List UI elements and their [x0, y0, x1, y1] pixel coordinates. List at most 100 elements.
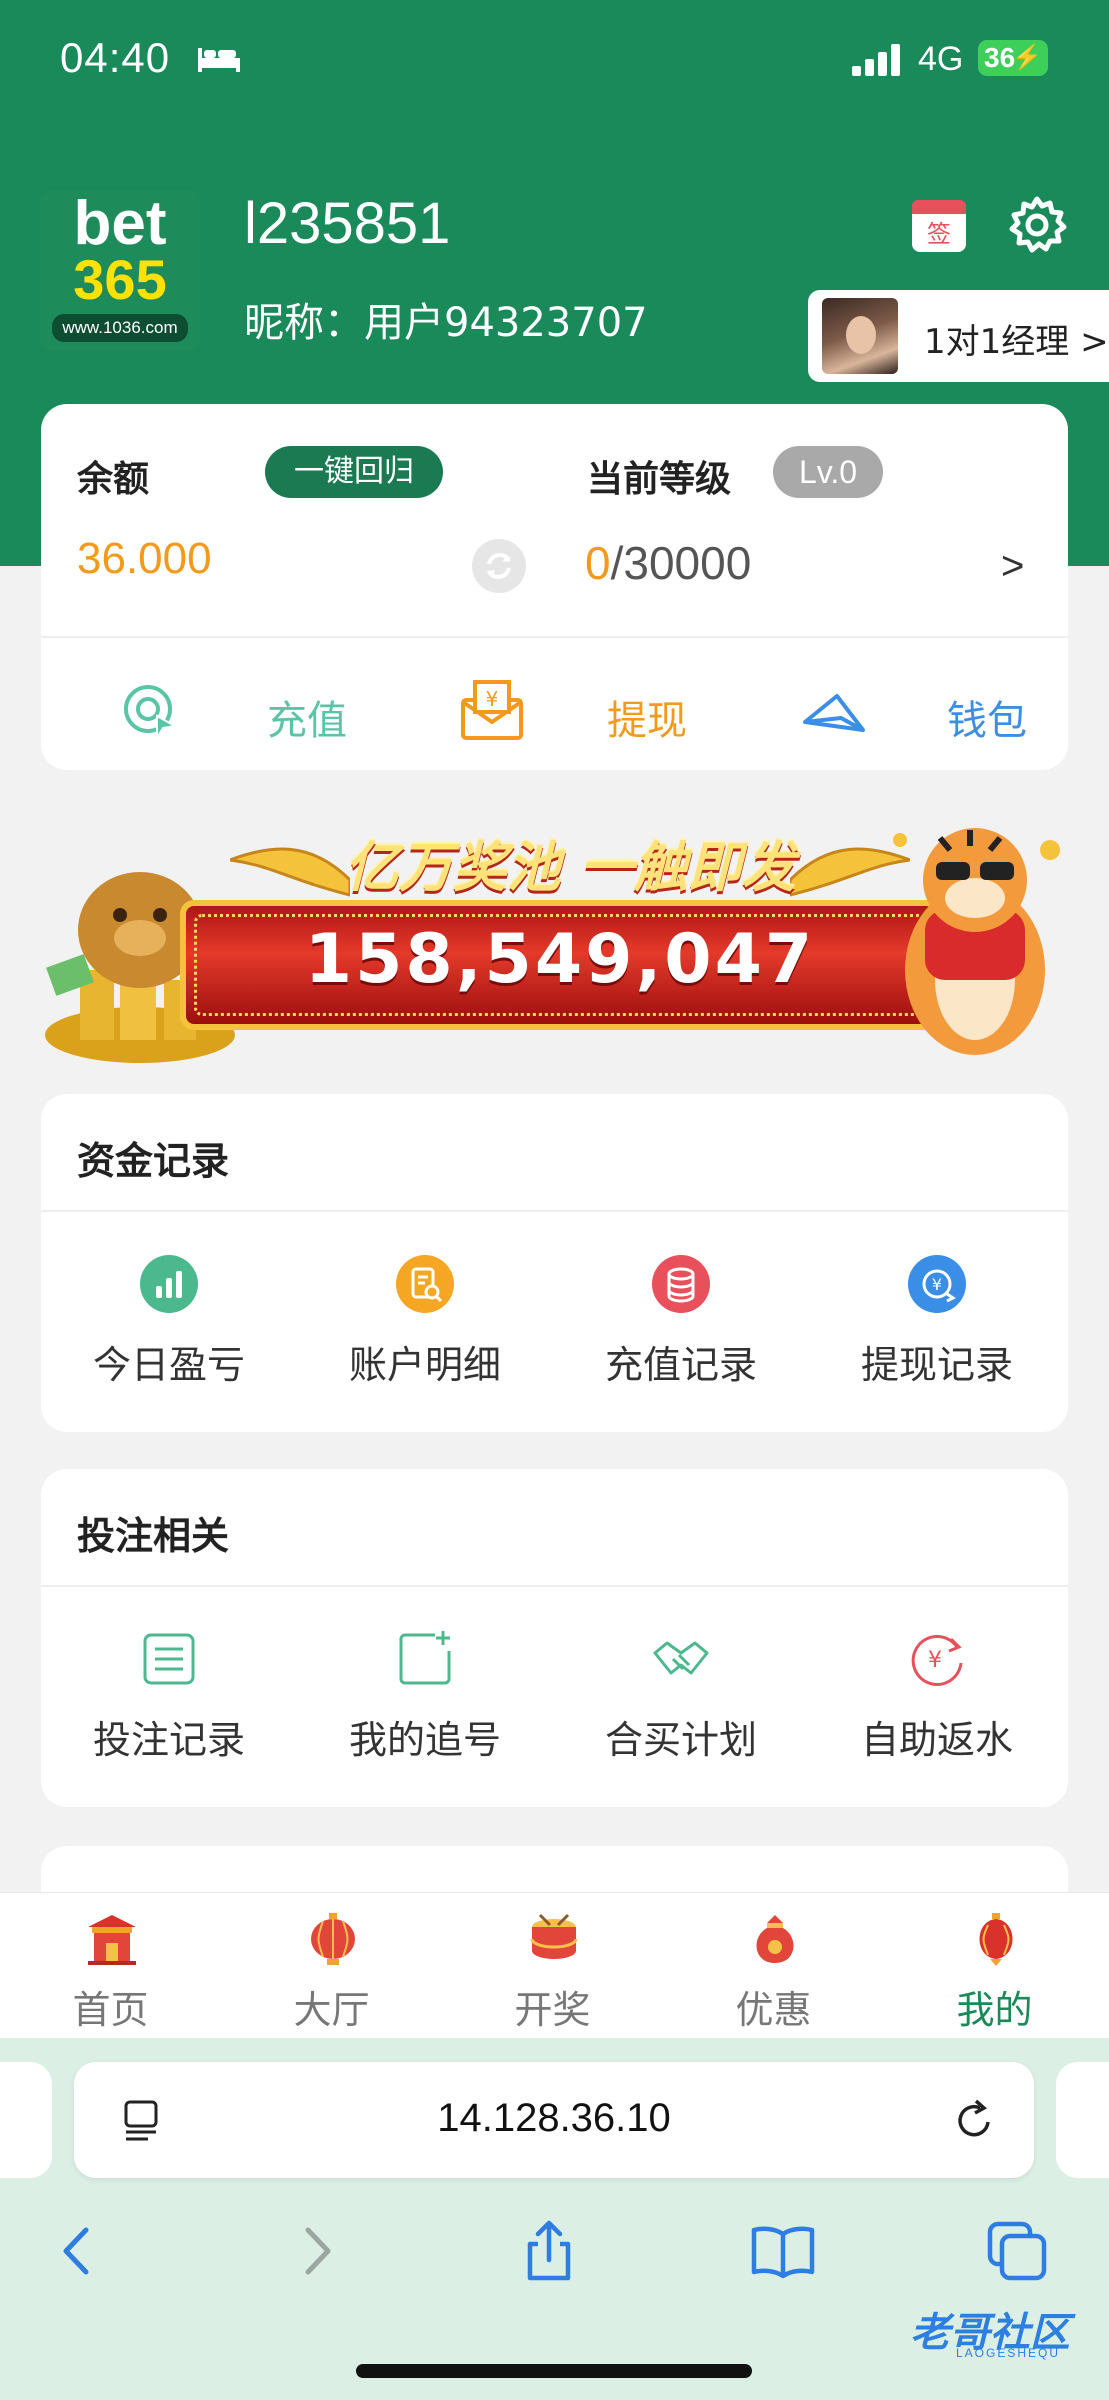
add-note-icon [399, 1631, 451, 1685]
tab-lobby-label: 大厅 [293, 1988, 370, 2032]
yen-refund-icon: ¥ [911, 1634, 963, 1686]
status-bar: 04:40 4G 36 ⚡ [0, 0, 1109, 120]
balance-label: 余额 [77, 459, 150, 500]
funds-panel-title: 资金记录 [77, 1139, 230, 1183]
bar-chart-icon [140, 1255, 198, 1313]
svg-text:签: 签 [927, 220, 951, 248]
signal-icon [852, 44, 900, 76]
refresh-balance-icon[interactable] [471, 538, 527, 594]
battery-level: 36 [984, 42, 1016, 73]
bet-records-item[interactable]: 投注记录 [41, 1629, 297, 1779]
share-icon[interactable] [514, 2216, 584, 2286]
withdraw-button[interactable]: ¥ 提现 [459, 662, 687, 752]
recharge-icon [124, 685, 178, 742]
network-label: 4G [918, 40, 964, 78]
one-click-return-button[interactable]: 一键回归 [265, 446, 443, 498]
betting-panel: 投注相关 投注记录 我的追号 合买计划 ¥ 自助返水 [41, 1469, 1068, 1807]
next-tab-preview[interactable] [1056, 2062, 1109, 2178]
site-watermark: 老哥社区 LAOGESHEQU [870, 2300, 1100, 2370]
status-time: 04:40 [60, 34, 171, 81]
forward-icon[interactable] [282, 2216, 352, 2286]
charging-bolt-icon: ⚡ [1012, 44, 1042, 71]
today-profit-loss-item[interactable]: 今日盈亏 [41, 1254, 297, 1404]
recharge-records-label: 充值记录 [604, 1343, 757, 1387]
bet-records-label: 投注记录 [92, 1718, 245, 1762]
recharge-records-item[interactable]: 充值记录 [553, 1254, 809, 1404]
svg-text:¥: ¥ [486, 687, 499, 711]
tabs-icon[interactable] [982, 2216, 1052, 2286]
group-buy-plan-label: 合买计划 [604, 1718, 757, 1762]
jackpot-banner[interactable]: 亿万奖池 一触即发 158,549,047 [30, 810, 1079, 1070]
lantern-icon [311, 1913, 355, 1965]
wallet-label: 钱包 [947, 698, 1027, 744]
level-badge: Lv.0 [773, 446, 883, 498]
logo-url: www.1036.com [52, 314, 188, 342]
account-details-item[interactable]: 账户明细 [297, 1254, 553, 1404]
balance-value: 36.000 [77, 534, 212, 583]
account-details-label: 账户明细 [348, 1343, 501, 1387]
tab-promotions[interactable]: 优惠 [663, 1893, 884, 2039]
svg-text:¥: ¥ [932, 1275, 942, 1294]
tiger-mascot-illustration [893, 828, 1060, 1055]
level-current: 0 [585, 537, 611, 589]
jackpot-title: 亿万奖池 一触即发 [344, 836, 796, 899]
document-search-icon [396, 1255, 454, 1313]
withdraw-envelope-icon: ¥ [461, 680, 523, 740]
tab-mine[interactable]: 我的 [884, 1893, 1105, 2039]
lantern-profile-icon [979, 1913, 1013, 1966]
url-text: 14.128.36.10 [437, 2096, 671, 2140]
calendar-checkin-icon[interactable]: 签 [910, 196, 968, 254]
back-icon[interactable] [42, 2216, 112, 2286]
self-rebate-item[interactable]: ¥ 自助返水 [809, 1629, 1065, 1779]
reload-icon[interactable] [950, 2096, 998, 2144]
svg-text:¥: ¥ [928, 1648, 942, 1673]
level-detail-arrow[interactable]: > [1001, 544, 1024, 589]
tab-promotions-label: 优惠 [735, 1988, 812, 2032]
tab-lobby[interactable]: 大厅 [221, 1893, 442, 2039]
my-chase-number-item[interactable]: 我的追号 [297, 1629, 553, 1779]
tab-home[interactable]: 首页 [0, 1893, 221, 2039]
panel-divider [41, 1585, 1068, 1587]
recharge-label: 充值 [267, 698, 347, 744]
nickname-row: 昵称：用户94323707 [244, 290, 648, 348]
settings-gear-icon[interactable] [1006, 194, 1068, 256]
withdraw-records-item[interactable]: ¥ 提现记录 [809, 1254, 1065, 1404]
bookmarks-icon[interactable] [748, 2216, 818, 2286]
my-chase-number-label: 我的追号 [348, 1718, 501, 1762]
previous-tab-preview[interactable] [0, 2062, 52, 2178]
tab-draw-results[interactable]: 开奖 [442, 1893, 663, 2039]
withdraw-label: 提现 [607, 698, 687, 744]
group-buy-plan-item[interactable]: 合买计划 [553, 1629, 809, 1779]
temple-icon [88, 1915, 136, 1965]
logo-text-bet: bet [73, 189, 167, 258]
coins-stack-icon [652, 1255, 710, 1313]
level-target: /30000 [610, 537, 752, 589]
self-rebate-label: 自助返水 [860, 1718, 1013, 1762]
balance-card: 余额 一键回归 36.000 当前等级 Lv.0 0/30000 > 充值 ¥ … [41, 404, 1068, 770]
personal-manager-button[interactable]: 1对1经理 > [808, 290, 1109, 382]
tab-mine-label: 我的 [956, 1988, 1033, 2032]
jackpot-amount: 158,549,047 [304, 920, 816, 999]
username: l235851 [244, 191, 451, 256]
manager-label: 1对1经理 > [924, 322, 1109, 362]
manager-avatar [822, 298, 898, 374]
recharge-button[interactable]: 充值 [117, 662, 347, 752]
card-divider [41, 636, 1068, 638]
current-level-label: 当前等级 [587, 459, 732, 500]
wallet-button[interactable]: 钱包 [801, 662, 1027, 752]
home-indicator[interactable] [356, 2364, 752, 2378]
logo-text-365: 365 [73, 248, 167, 311]
watermark-subtext: LAOGESHEQU [956, 2346, 1061, 2360]
withdraw-records-label: 提现记录 [860, 1343, 1013, 1387]
nickname-label: 昵称： [244, 300, 364, 346]
nickname-value: 用户94323707 [364, 300, 648, 346]
bed-icon [198, 48, 240, 72]
bottom-tab-bar: 首页 大厅 开奖 优惠 我的 [0, 1892, 1109, 2038]
lucky-bag-icon [756, 1915, 794, 1963]
address-bar[interactable]: 14.128.36.10 [74, 2062, 1034, 2178]
list-icon [143, 1633, 195, 1685]
wallet-plane-icon [803, 694, 865, 732]
battery-indicator: 36 ⚡ [978, 40, 1048, 76]
level-progress: 0/30000 [585, 536, 751, 590]
tab-draw-results-label: 开奖 [514, 1988, 591, 2032]
